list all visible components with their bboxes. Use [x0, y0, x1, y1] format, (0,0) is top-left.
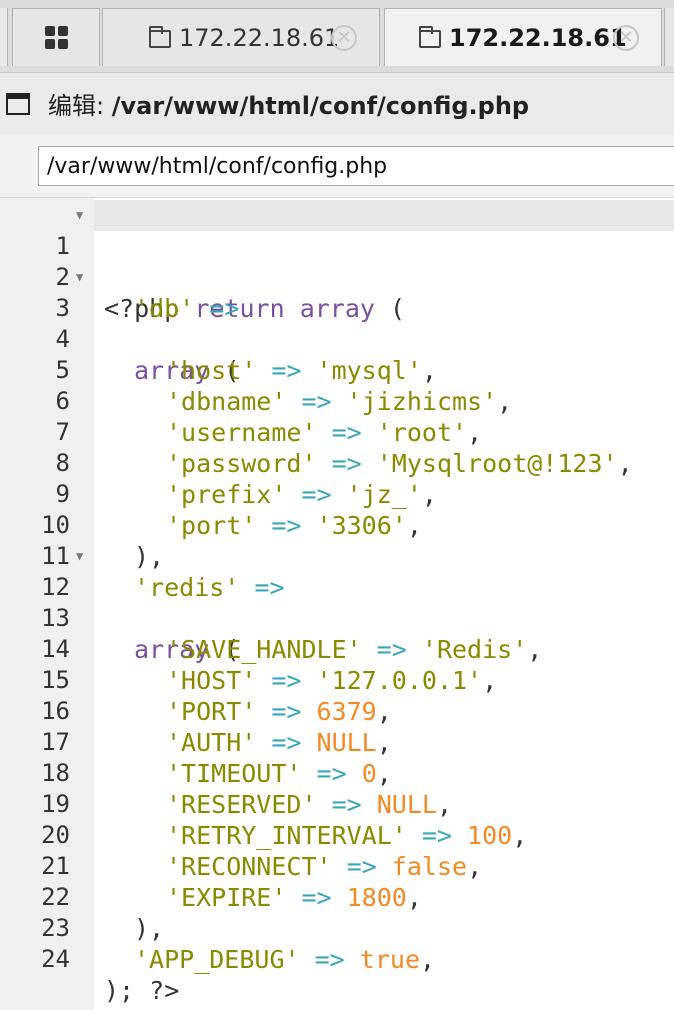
tab-label: 172.22.18.61: [179, 23, 340, 52]
code-line-1[interactable]: 1 ▼ <?php return array (: [0, 200, 674, 323]
code-line-11[interactable]: 11 'redis' =>: [0, 510, 674, 602]
tab-overview[interactable]: [12, 8, 100, 66]
code-line-19[interactable]: 19 'RETRY_INTERVAL' => 100,: [0, 758, 674, 850]
code-line-24[interactable]: 24 ); ?>: [0, 913, 674, 1005]
punctuation: );: [104, 976, 135, 1005]
code-line-6[interactable]: 6 'username' => 'root',: [0, 355, 674, 447]
code-line-9[interactable]: 9 'port' => '3306',: [0, 448, 674, 540]
editor-title-bar: 编辑: /var/www/html/conf/config.php: [0, 72, 674, 134]
code-line-5[interactable]: 5 'dbname' => 'jizhicms',: [0, 324, 674, 416]
code-line-21[interactable]: 21 'EXPIRE' => 1800,: [0, 820, 674, 912]
tab-overflow-left[interactable]: [0, 8, 8, 66]
code-line-15[interactable]: 15 'PORT' => 6379,: [0, 634, 674, 726]
operator: =>: [299, 945, 360, 974]
tab-bar: 172.22.18.61 ✕ 172.22.18.61 ✕: [0, 0, 674, 72]
php-close-tag: ?>: [149, 976, 180, 1005]
code-line-8[interactable]: 8 'prefix' => 'jz_',: [0, 417, 674, 509]
tab-overflow-right[interactable]: [664, 8, 674, 66]
fold-arrow-icon[interactable]: ▼: [76, 200, 83, 231]
code-line-22[interactable]: 22 ),: [0, 851, 674, 943]
code-lines: 1 ▼ <?php return array ( 2 'db' => 3 ▼ a…: [0, 200, 674, 1005]
title-path: /var/www/html/conf/config.php: [111, 92, 530, 120]
code-line-4[interactable]: 4 'host' => 'mysql',: [0, 293, 674, 385]
file-path-input[interactable]: [38, 146, 674, 186]
grid-icon: [44, 26, 68, 49]
code-line-3[interactable]: 3 ▼ array (: [0, 262, 674, 385]
line-number: 24: [41, 945, 70, 973]
code-line-10[interactable]: 10 ),: [0, 479, 674, 571]
code-line-7[interactable]: 7 'password' => 'Mysqlroot@!123',: [0, 386, 674, 478]
code-line-13[interactable]: 13 'SAVE_HANDLE' => 'Redis',: [0, 572, 674, 664]
code-line-23[interactable]: 23 'APP_DEBUG' => true,: [0, 882, 674, 974]
code-line-20[interactable]: 20 'RECONNECT' => false,: [0, 789, 674, 881]
folder-icon: [419, 25, 441, 48]
code-line-18[interactable]: 18 'RESERVED' => NULL,: [0, 727, 674, 819]
code-line-17[interactable]: 17 'TIMEOUT' => 0,: [0, 696, 674, 788]
close-icon[interactable]: ✕: [331, 25, 357, 51]
close-icon[interactable]: ✕: [613, 25, 639, 51]
code-line-14[interactable]: 14 'HOST' => '127.0.0.1',: [0, 603, 674, 695]
code-editor[interactable]: 1 ▼ <?php return array ( 2 'db' => 3 ▼ a…: [0, 198, 674, 1010]
fold-arrow-icon[interactable]: ▼: [76, 262, 83, 293]
fold-arrow-icon[interactable]: ▼: [76, 541, 83, 572]
tab-session-1[interactable]: 172.22.18.61 ✕: [102, 8, 380, 66]
window-icon[interactable]: [6, 92, 30, 115]
path-bar: [0, 134, 674, 198]
editor-title: 编辑: /var/www/html/conf/config.php: [48, 86, 529, 121]
folder-icon: [149, 25, 171, 48]
code-line-16[interactable]: 16 'AUTH' => NULL,: [0, 665, 674, 757]
constant: true: [359, 945, 421, 974]
code-line-2[interactable]: 2 'db' =>: [0, 231, 674, 323]
code-line-12[interactable]: 12 ▼ array (: [0, 541, 674, 664]
tab-session-2-active[interactable]: 172.22.18.61 ✕: [384, 8, 662, 66]
tab-label: 172.22.18.61: [449, 23, 627, 52]
string: 'APP_DEBUG': [134, 945, 300, 974]
title-prefix: 编辑:: [48, 92, 112, 120]
punctuation: ,: [420, 945, 436, 974]
